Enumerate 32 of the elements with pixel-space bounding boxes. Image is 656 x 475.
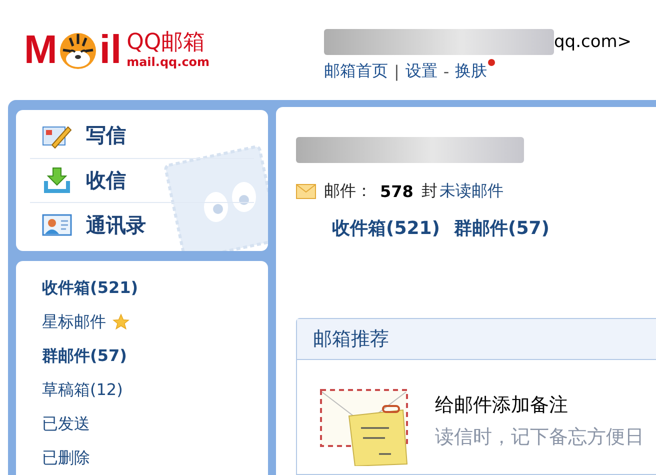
folder-link[interactable]: 已删除	[42, 448, 90, 468]
envelope-icon	[296, 184, 316, 199]
contact-card-icon	[42, 213, 72, 238]
nav-link[interactable]: 邮箱首页	[324, 60, 388, 82]
recommend-title: 邮箱推荐	[297, 319, 656, 360]
account-address[interactable]: qq.com>	[554, 32, 632, 52]
unread-count: 578	[380, 182, 414, 201]
folder-link[interactable]: 草稿箱(12)	[42, 380, 123, 400]
brand-domain: mail.qq.com	[126, 55, 210, 70]
nav-link[interactable]: 设置	[405, 60, 438, 82]
mail-label: 邮件：	[324, 181, 372, 202]
folder-shortcut-link[interactable]: 群邮件(57)	[454, 216, 550, 240]
recommend-item-description: 读信时，记下备忘方便日	[435, 425, 644, 450]
count-unit: 封	[421, 181, 438, 202]
folder-link[interactable]: 星标邮件	[42, 312, 106, 332]
folder-link[interactable]: 群邮件(57)	[42, 346, 127, 366]
folder-link[interactable]: 已发送	[42, 414, 90, 434]
action-link[interactable]: 通讯录	[86, 212, 146, 239]
action-link[interactable]: 写信	[86, 122, 126, 150]
recommend-item-title[interactable]: 给邮件添加备注	[435, 392, 644, 418]
action-link[interactable]: 收信	[86, 167, 126, 194]
brand-name: QQ邮箱	[126, 30, 206, 56]
unread-link[interactable]: 未读邮件	[439, 181, 504, 202]
nav-link[interactable]: 换肤	[455, 60, 488, 82]
folder-link[interactable]: 收件箱(521)	[42, 278, 138, 298]
logo-text: il	[99, 30, 122, 70]
folder-shortcut-link[interactable]: 收件箱(521)	[332, 216, 440, 240]
download-tray-icon	[42, 166, 72, 194]
nav-separator: -	[443, 62, 450, 80]
logo-text: M	[24, 30, 58, 70]
tiger-face-icon	[58, 30, 98, 70]
nav-separator: |	[394, 62, 400, 80]
